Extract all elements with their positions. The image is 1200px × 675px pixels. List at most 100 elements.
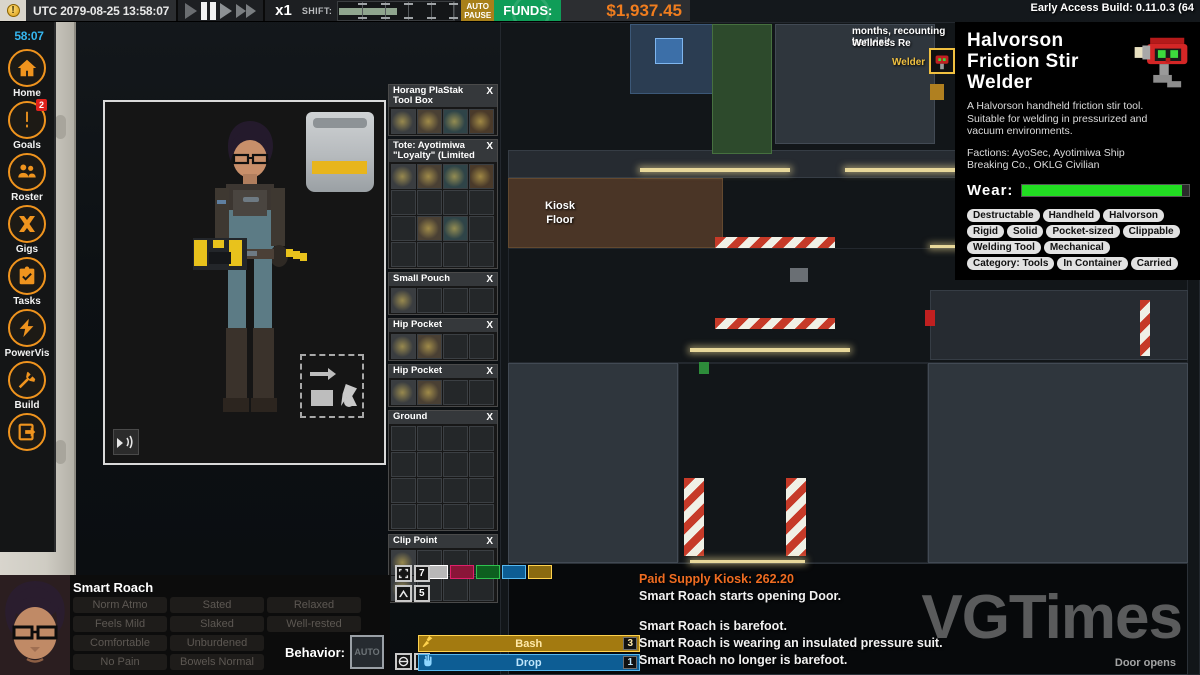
behavior-button[interactable]: AUTO	[350, 635, 384, 669]
inventory-empty-slot[interactable]	[390, 503, 416, 529]
sidebar-item-roster[interactable]: Roster	[0, 153, 54, 203]
inventory-empty-slot[interactable]	[468, 451, 494, 477]
close-icon[interactable]: X	[486, 274, 493, 285]
inventory-empty-slot[interactable]	[416, 287, 442, 313]
inventory-group[interactable]: Hip Pocket X	[388, 318, 498, 361]
inventory-item-slot[interactable]	[416, 379, 442, 405]
inventory-empty-slot[interactable]	[442, 425, 468, 451]
inventory-empty-slot[interactable]	[390, 241, 416, 267]
inventory-item-slot[interactable]	[468, 163, 494, 189]
inventory-item-slot[interactable]	[390, 287, 416, 313]
close-icon[interactable]: X	[486, 366, 493, 377]
inventory-empty-slot[interactable]	[442, 241, 468, 267]
inventory-group[interactable]: Horang PlaStak Tool Box X	[388, 84, 498, 136]
inventory-empty-slot[interactable]	[390, 451, 416, 477]
action-mode-toolbar[interactable]	[424, 565, 552, 579]
grab-button[interactable]	[502, 565, 526, 579]
inventory-item-slot[interactable]	[442, 108, 468, 134]
inventory-empty-slot[interactable]	[390, 425, 416, 451]
inventory-empty-slot[interactable]	[468, 503, 494, 529]
inventory-group-title: Hip Pocket	[393, 320, 443, 330]
sidebar-item-goals[interactable]: 2 Goals	[0, 99, 54, 151]
inventory-empty-slot[interactable]	[468, 189, 494, 215]
inventory-item-slot[interactable]	[390, 108, 416, 134]
inventory-empty-slot[interactable]	[468, 477, 494, 503]
inventory-item-slot[interactable]	[416, 163, 442, 189]
shift-progress-bar[interactable]	[337, 0, 459, 21]
inventory-group[interactable]: Small Pouch X	[388, 272, 498, 315]
inventory-empty-slot[interactable]	[442, 189, 468, 215]
action-label: Drop	[515, 656, 542, 669]
avatar[interactable]	[0, 575, 70, 675]
inventory-empty-slot[interactable]	[390, 477, 416, 503]
play-slow-icon[interactable]	[185, 2, 198, 19]
inventory-empty-slot[interactable]	[468, 333, 494, 359]
inventory-empty-slot[interactable]	[442, 451, 468, 477]
tool-button[interactable]	[528, 565, 552, 579]
sidebar-item-home[interactable]: Home	[0, 49, 54, 99]
sidebar-item-exit[interactable]	[0, 413, 54, 452]
inventory-empty-slot[interactable]	[416, 425, 442, 451]
attack-button[interactable]	[450, 565, 474, 579]
backpack-item[interactable]	[306, 112, 374, 192]
close-icon[interactable]: X	[486, 141, 493, 152]
close-icon[interactable]: X	[486, 536, 493, 547]
inventory-item-slot[interactable]	[416, 333, 442, 359]
inventory-group[interactable]: Ground X	[388, 410, 498, 531]
action-bash[interactable]: Bash 3	[418, 635, 640, 652]
inventory-empty-slot[interactable]	[468, 425, 494, 451]
sidebar-item-powervis[interactable]: PowerVis	[0, 309, 54, 359]
character-paperdoll-panel[interactable]	[103, 100, 386, 465]
inventory-empty-slot[interactable]	[468, 241, 494, 267]
welder-world-slot[interactable]	[929, 48, 955, 74]
inventory-empty-slot[interactable]	[390, 189, 416, 215]
inventory-item-slot[interactable]	[390, 379, 416, 405]
inventory-empty-slot[interactable]	[442, 575, 468, 601]
inventory-slot-grid	[389, 162, 497, 268]
auto-pause-button[interactable]: AUTO PAUSE	[461, 0, 495, 21]
inventory-group[interactable]: Tote: Ayotimiwa "Loyalty" (Limited X	[388, 139, 498, 269]
shift-meter[interactable]: SHIFT:	[302, 0, 461, 21]
radio-icon[interactable]	[113, 429, 139, 455]
action-bar[interactable]: Bash3Inventory2Drop1	[418, 635, 640, 673]
inventory-panel[interactable]: Horang PlaStak Tool Box X Tote: Ayotimiwa …	[388, 84, 498, 606]
inventory-item-slot[interactable]	[390, 163, 416, 189]
inventory-empty-slot[interactable]	[416, 477, 442, 503]
inventory-item-slot[interactable]	[442, 215, 468, 241]
alert-icon[interactable]	[0, 0, 26, 21]
inventory-item-slot[interactable]	[468, 108, 494, 134]
inventory-item-slot[interactable]	[416, 108, 442, 134]
pause-icon[interactable]	[201, 1, 217, 20]
fast-forward-icon[interactable]	[236, 3, 257, 18]
inventory-empty-slot[interactable]	[390, 215, 416, 241]
close-icon[interactable]: X	[486, 86, 493, 97]
item-info-panel: Halvorson Friction Stir Welder A Halvors…	[955, 22, 1200, 280]
inventory-empty-slot[interactable]	[442, 503, 468, 529]
inventory-empty-slot[interactable]	[468, 379, 494, 405]
inventory-item-slot[interactable]	[390, 333, 416, 359]
inventory-empty-slot[interactable]	[416, 503, 442, 529]
inventory-empty-slot[interactable]	[416, 189, 442, 215]
inventory-empty-slot[interactable]	[468, 575, 494, 601]
inventory-empty-slot[interactable]	[442, 287, 468, 313]
inventory-group[interactable]: Hip Pocket X	[388, 364, 498, 407]
inventory-empty-slot[interactable]	[442, 379, 468, 405]
sidebar-item-gigs[interactable]: Gigs	[0, 205, 54, 255]
inventory-item-slot[interactable]	[442, 163, 468, 189]
close-icon[interactable]: X	[486, 320, 493, 331]
move-button[interactable]	[476, 565, 500, 579]
play-icon[interactable]	[220, 2, 233, 19]
inventory-empty-slot[interactable]	[442, 477, 468, 503]
close-icon[interactable]: X	[486, 412, 493, 423]
inventory-item-slot[interactable]	[416, 215, 442, 241]
inventory-empty-slot[interactable]	[468, 287, 494, 313]
inventory-empty-slot[interactable]	[442, 333, 468, 359]
sidebar-item-build[interactable]: Build	[0, 361, 54, 411]
inventory-empty-slot[interactable]	[416, 241, 442, 267]
inventory-empty-slot[interactable]	[416, 451, 442, 477]
speed-multiplier[interactable]: x1	[265, 0, 302, 21]
sidebar-item-tasks[interactable]: Tasks	[0, 257, 54, 307]
drop-zone-icon[interactable]	[300, 354, 364, 418]
action-drop[interactable]: Drop 1	[418, 654, 640, 671]
inventory-empty-slot[interactable]	[468, 215, 494, 241]
